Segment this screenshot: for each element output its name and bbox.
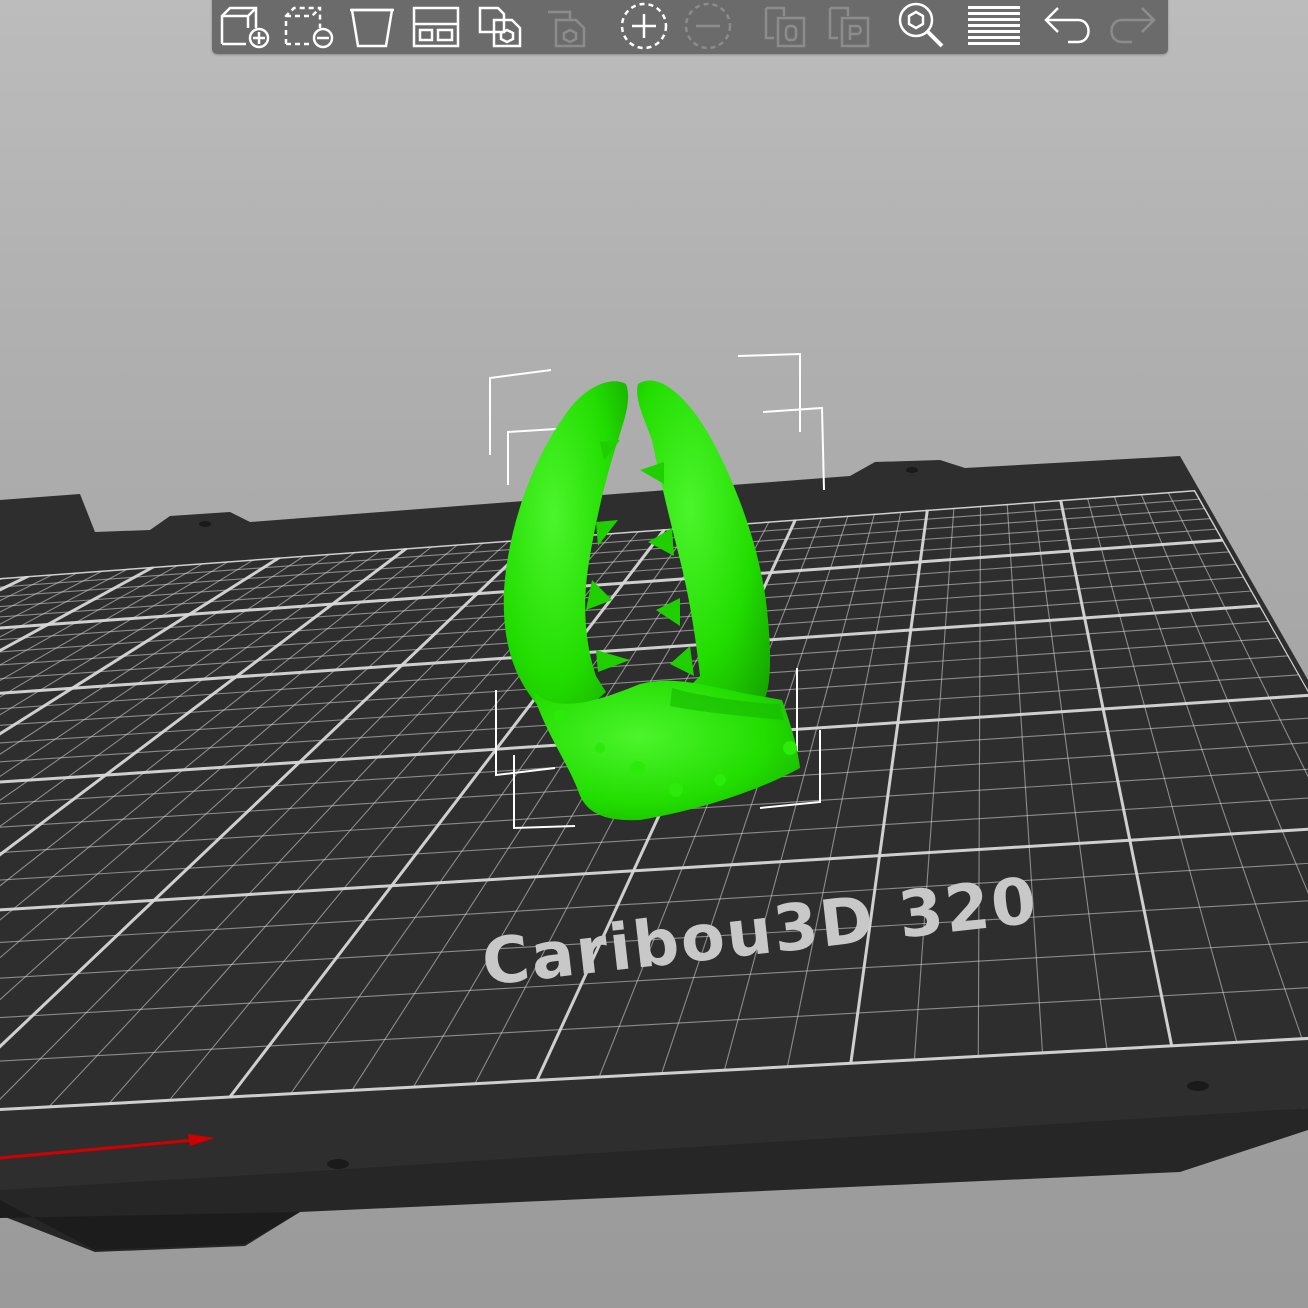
split-to-objects-button[interactable] [760,0,816,50]
arrange-button[interactable] [408,0,464,50]
remove-instance-button[interactable] [680,0,736,50]
search-button[interactable] [892,0,948,50]
layers-icon [968,6,1020,45]
variable-layer-height-button[interactable] [964,0,1020,50]
copy-button[interactable] [472,0,528,50]
redo-icon [1110,7,1156,44]
3d-viewport[interactable]: Caribou3D 320 [0,0,1308,1308]
redo-button[interactable] [1104,0,1160,50]
add-object-button[interactable] [216,0,272,50]
split-objects-icon [764,6,806,48]
split-to-parts-button[interactable] [824,0,880,50]
add-instance-button[interactable] [616,0,672,50]
add-object-icon [220,6,270,49]
delete-all-icon [350,8,394,48]
copy-icon [478,6,522,48]
split-parts-icon [828,6,870,48]
paste-button[interactable] [536,0,592,50]
delete-object-icon [284,6,334,49]
delete-object-button[interactable] [280,0,336,50]
search-icon [898,2,944,48]
delete-all-button[interactable] [344,0,400,50]
arrange-icon [412,6,460,48]
add-instance-icon [620,2,668,50]
remove-instance-icon [684,2,732,50]
undo-button[interactable] [1040,0,1096,50]
top-toolbar [212,0,1168,54]
undo-icon [1044,7,1090,44]
paste-icon [548,10,586,48]
